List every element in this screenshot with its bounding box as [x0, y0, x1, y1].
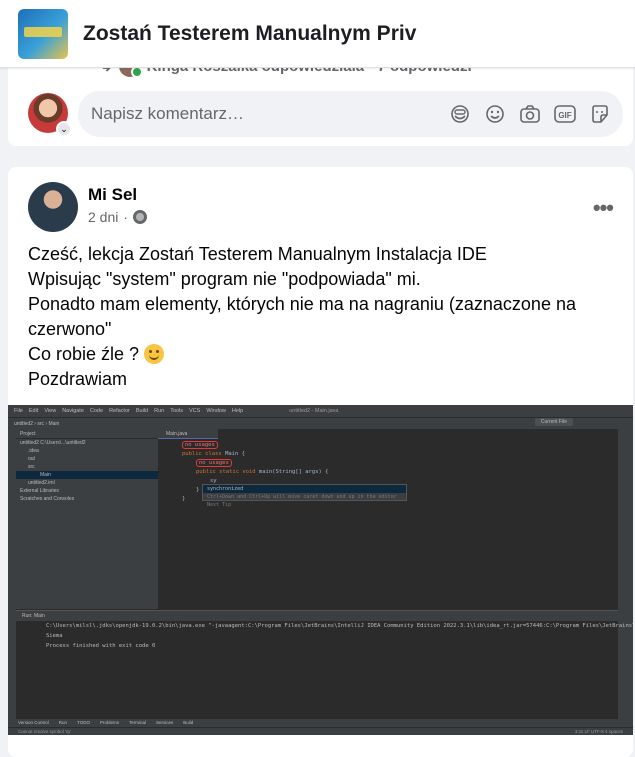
ide-run-header: Run: Main	[16, 611, 618, 621]
group-thumbnail[interactable]	[18, 8, 68, 59]
post-line: Co robie źle ?	[28, 342, 618, 367]
more-options-icon[interactable]: •••	[593, 195, 614, 221]
author-name[interactable]: Mi Sel	[88, 185, 137, 205]
ide-project-header: Project	[16, 429, 158, 439]
ide-project-tree: untitled2 C:\Users\...\untitled2 .idea o…	[16, 439, 158, 503]
svg-text:GIF: GIF	[558, 111, 571, 120]
post-meta: 2 dni ·	[88, 209, 148, 225]
camera-icon[interactable]	[518, 103, 541, 126]
ide-bottom-tabs: Version Control Run TODO Problems Termin…	[8, 719, 633, 727]
gif-icon[interactable]: GIF	[553, 103, 576, 126]
post-line: Ponadto mam elementy, których nie ma na …	[28, 294, 581, 339]
smiley-emoji-icon	[144, 344, 165, 364]
ide-autocomplete-popup: synchronized Ctrl+Down and Ctrl+Up will …	[202, 484, 407, 508]
attached-ide-screenshot[interactable]: File Edit View Navigate Code Refactor Bu…	[8, 405, 633, 735]
ide-console: C:\Users\milsl\.jdks\openjdk-19.0.2\bin\…	[46, 623, 633, 649]
post-line: Cześć, lekcja Zostań Testerem Manualnym …	[28, 244, 487, 264]
ide-editor: Main.java no usages public class Main { …	[158, 429, 618, 609]
comment-tools: GIF	[448, 103, 611, 126]
avatar-sticker-icon[interactable]	[448, 103, 471, 126]
ide-run-panel: Run: Main C:\Users\milsl\.jdks\openjdk-1…	[16, 610, 633, 720]
author-avatar[interactable]	[28, 182, 78, 232]
post-line-text: Co robie źle ?	[28, 344, 145, 364]
comment-placeholder: Napisz komentarz…	[91, 104, 245, 123]
ide-menubar: File Edit View Navigate Code Refactor Bu…	[8, 405, 633, 417]
ide-statusbar: Cannot resolve symbol 'sy' 3:11 LF UTF-8…	[8, 727, 633, 735]
post-line: Pozdrawiam	[28, 369, 128, 389]
current-user-avatar[interactable]: ⌄	[28, 93, 72, 137]
comment-input[interactable]: Napisz komentarz… GIF	[78, 91, 623, 137]
emoji-icon[interactable]	[483, 103, 506, 126]
ide-window-title: untitled2 - Main.java	[289, 408, 339, 414]
ide-project-panel: Project untitled2 C:\Users\...\untitled2…	[16, 429, 158, 609]
post-line: Wpisując "system" program nie "podpowiad…	[28, 269, 421, 289]
post-body: Cześć, lekcja Zostań Testerem Manualnym …	[28, 242, 618, 392]
ide-right-toolbar	[618, 429, 633, 719]
sticker-icon[interactable]	[588, 103, 611, 126]
ide-editor-tab: Main.java	[158, 429, 218, 439]
group-header: Zostań Testerem Manualnym Priv	[0, 0, 635, 68]
ide-left-toolbar	[8, 429, 16, 719]
post-card: Mi Sel 2 dni · ••• Cześć, lekcja Zostań …	[8, 167, 633, 757]
chevron-down-icon[interactable]: ⌄	[56, 121, 72, 137]
globe-icon	[133, 210, 148, 224]
ide-run-config: Current File	[534, 418, 573, 426]
group-title[interactable]: Zostań Testerem Manualnym Priv	[83, 22, 416, 46]
post-time[interactable]: 2 dni	[88, 209, 118, 225]
